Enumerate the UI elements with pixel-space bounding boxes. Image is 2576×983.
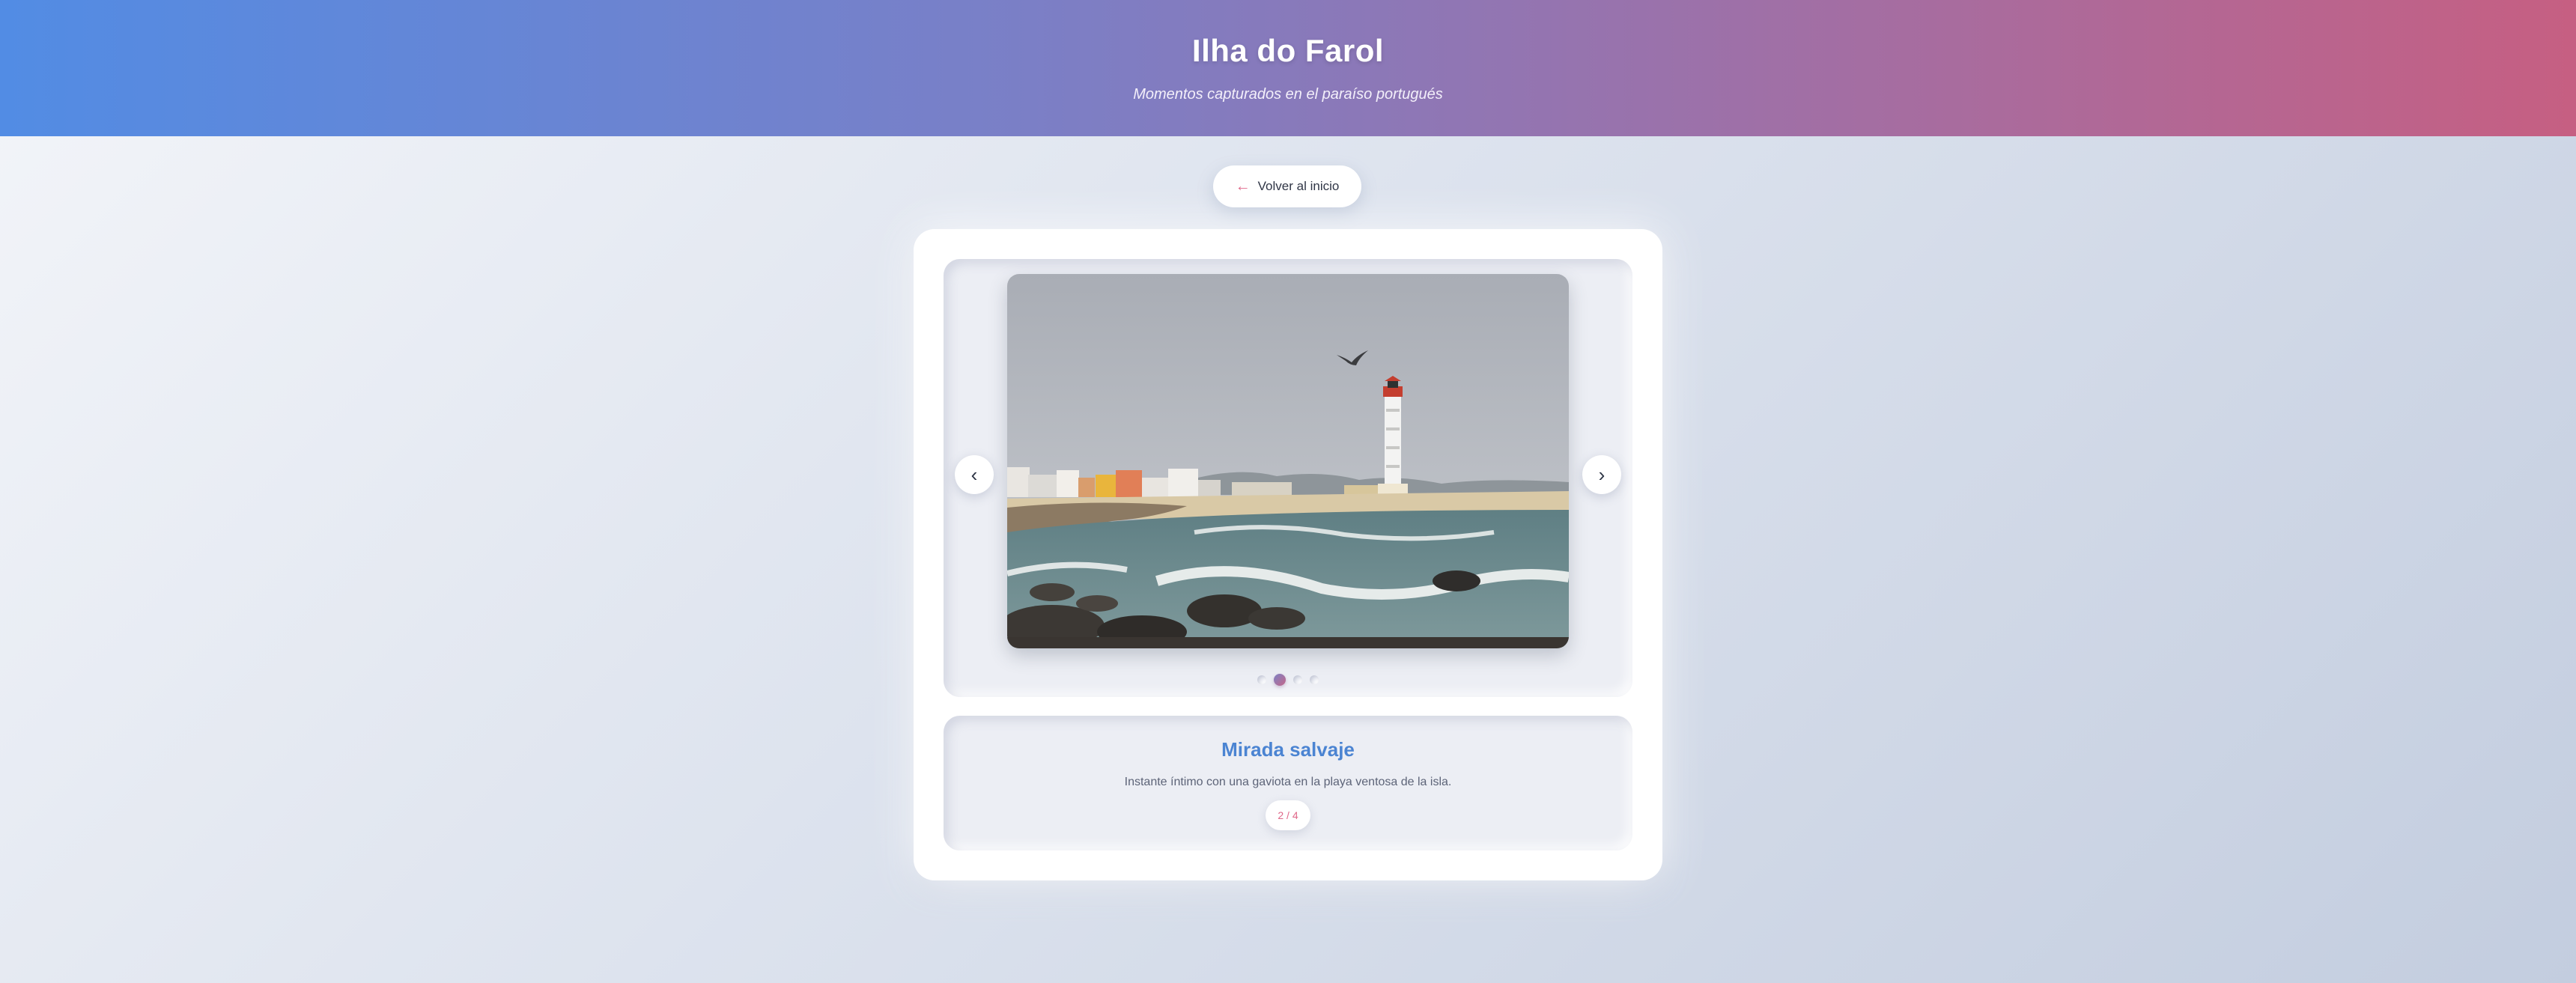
next-slide-button[interactable]: › bbox=[1582, 455, 1621, 494]
back-to-home-button[interactable]: ← Volver al inicio bbox=[1213, 165, 1361, 207]
previous-slide-button[interactable]: ‹ bbox=[955, 455, 994, 494]
carousel-viewer: ‹ › bbox=[944, 259, 1632, 697]
page-header: Ilha do Farol Momentos capturados en el … bbox=[0, 0, 2576, 136]
lighthouse-seaside-photo bbox=[1007, 274, 1569, 648]
page-title: Ilha do Farol bbox=[1191, 33, 1385, 68]
photo-description: Instante íntimo con una gaviota en la pl… bbox=[1124, 776, 1452, 788]
page-subtitle: Momentos capturados en el paraíso portug… bbox=[1133, 86, 1443, 103]
slide-dot-3[interactable] bbox=[1293, 675, 1302, 684]
slide-indicators bbox=[944, 674, 1632, 686]
arrow-left-icon: ← bbox=[1235, 177, 1251, 195]
slide-dot-4[interactable] bbox=[1310, 675, 1319, 684]
slide-counter-badge: 2 / 4 bbox=[1266, 800, 1310, 830]
back-button-label: Volver al inicio bbox=[1257, 179, 1340, 193]
slide-dot-2[interactable] bbox=[1274, 674, 1286, 686]
photo-caption-panel: Mirada salvaje Instante íntimo con una g… bbox=[944, 716, 1632, 850]
slide-dot-1[interactable] bbox=[1257, 675, 1266, 684]
photo-title: Mirada salvaje bbox=[1221, 738, 1355, 761]
gallery-card: ‹ › Mirada salvaje Instante íntimo con u… bbox=[914, 229, 1662, 880]
